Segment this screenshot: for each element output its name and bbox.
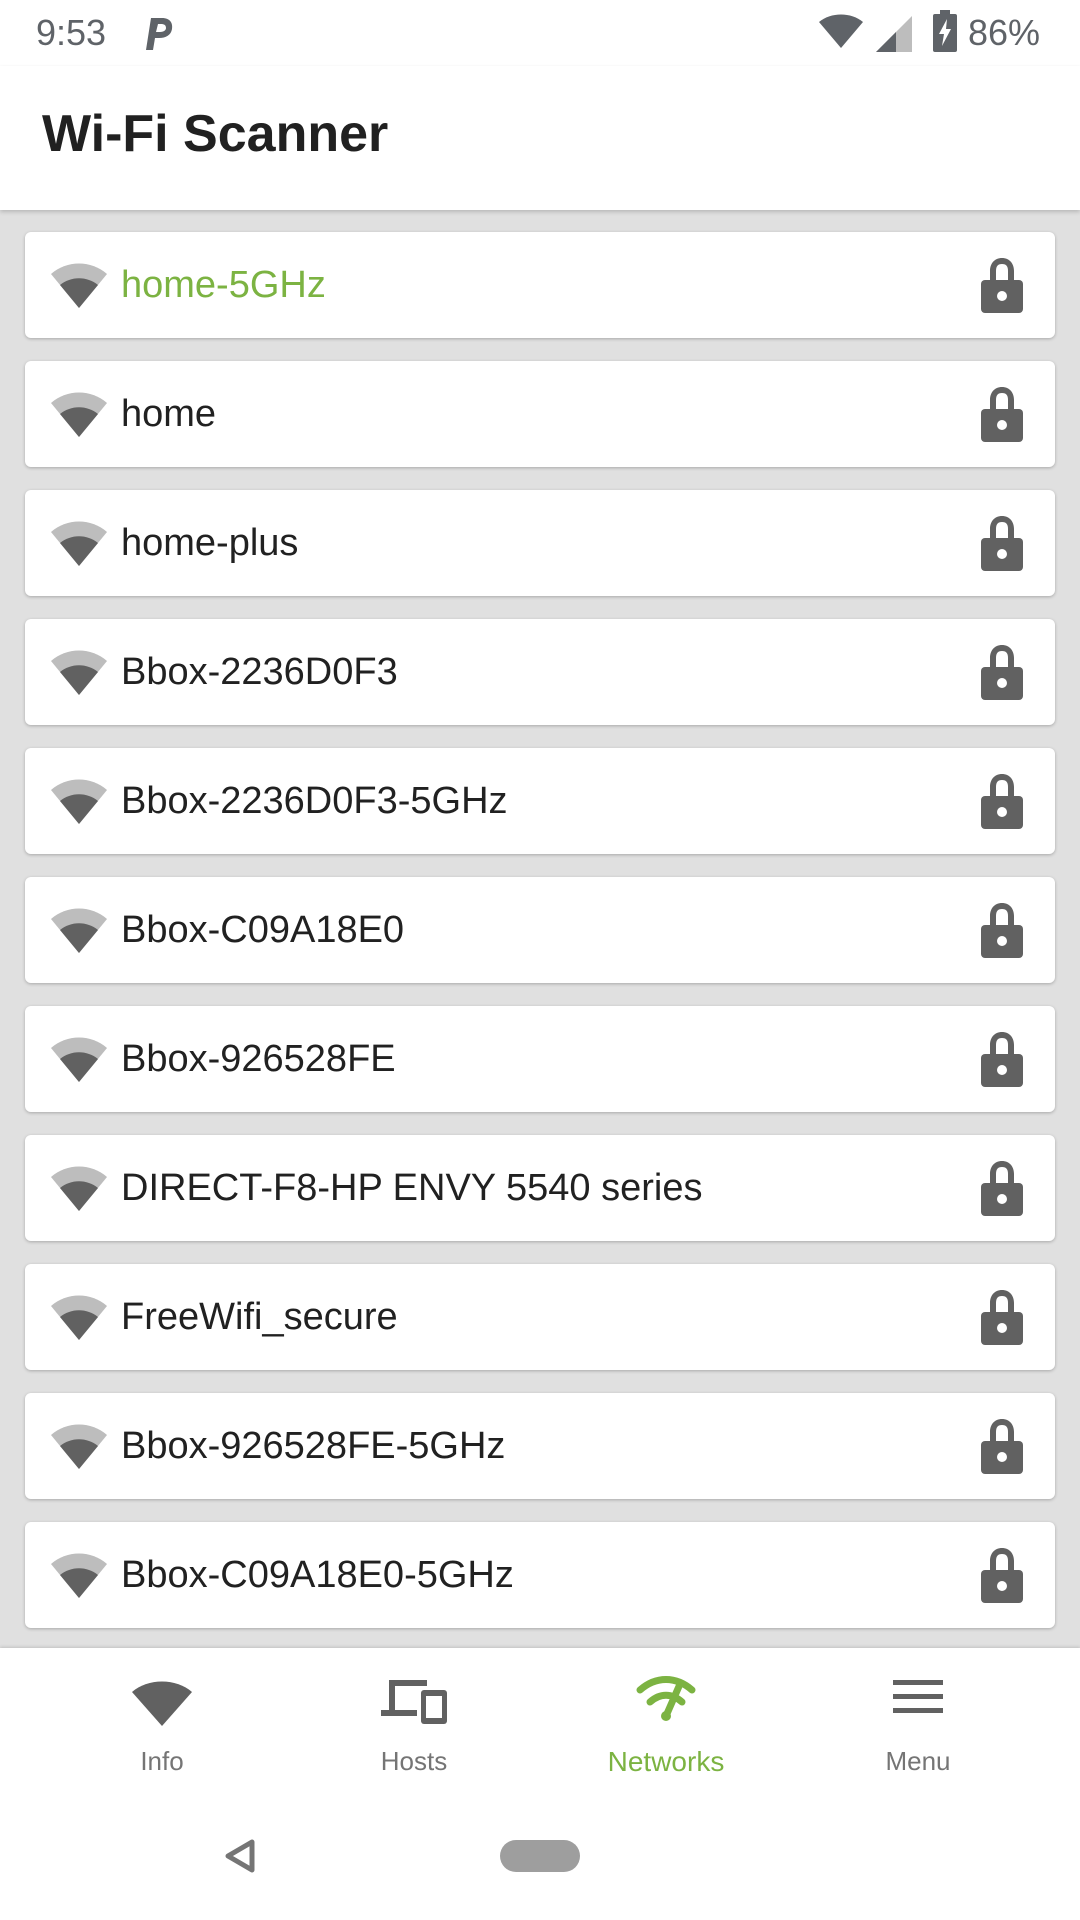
cell-signal-icon: [876, 16, 912, 52]
menu-icon: [893, 1680, 943, 1713]
network-name: home: [121, 393, 217, 435]
network-item[interactable]: Bbox-926528FE: [25, 1006, 1055, 1112]
network-name: home-5GHz: [121, 264, 326, 306]
network-item[interactable]: Bbox-926528FE-5GHz: [25, 1393, 1055, 1499]
network-item[interactable]: Bbox-C09A18E0: [25, 877, 1055, 983]
wifi-signal-icon: [51, 521, 107, 566]
bottom-nav: Info Hosts Networks Menu: [0, 1648, 1080, 1798]
nav-label-hosts: Hosts: [380, 1746, 448, 1776]
network-item[interactable]: DIRECT-F8-HP ENVY 5540 series: [25, 1135, 1055, 1241]
network-name: Bbox-C09A18E0-5GHz: [121, 1554, 514, 1596]
wifi-icon: [132, 1681, 192, 1726]
network-name: Bbox-926528FE: [121, 1038, 396, 1080]
network-item[interactable]: FreeWifi_secure: [25, 1264, 1055, 1370]
network-name: home-plus: [121, 522, 299, 564]
nav-item-menu[interactable]: Menu: [783, 1648, 1053, 1798]
system-nav-bar: [0, 1798, 1080, 1920]
nav-item-hosts[interactable]: Hosts: [279, 1648, 549, 1798]
network-name: Bbox-2236D0F3-5GHz: [121, 780, 508, 822]
nav-label-menu: Menu: [885, 1746, 951, 1776]
network-name: Bbox-C09A18E0: [121, 909, 405, 951]
back-icon[interactable]: [224, 1838, 256, 1874]
network-item[interactable]: Bbox-2236D0F3: [25, 619, 1055, 725]
lock-icon: [981, 1032, 1023, 1087]
nav-label-info: Info: [140, 1746, 184, 1776]
network-name: Bbox-2236D0F3: [121, 651, 398, 693]
devices-icon: [381, 1680, 447, 1724]
lock-icon: [981, 516, 1023, 571]
wifi-signal-icon: [51, 1037, 107, 1082]
lock-icon: [981, 1161, 1023, 1216]
network-name: Bbox-926528FE-5GHz: [121, 1425, 506, 1467]
parking-p-icon: [146, 18, 173, 50]
wifi-signal-icon: [51, 1424, 107, 1469]
home-pill-button[interactable]: [500, 1840, 580, 1872]
lock-icon: [981, 903, 1023, 958]
nav-item-networks[interactable]: Networks: [531, 1648, 801, 1798]
network-list[interactable]: home-5GHz home home-plus Bbox-2236D0F3 B…: [0, 210, 1080, 1648]
wifi-icon: [819, 14, 863, 48]
network-item[interactable]: home-plus: [25, 490, 1055, 596]
lock-icon: [981, 774, 1023, 829]
lock-icon: [981, 1419, 1023, 1474]
lock-icon: [981, 645, 1023, 700]
wifi-signal-icon: [51, 392, 107, 437]
network-item[interactable]: home: [25, 361, 1055, 467]
wifi-signal-icon: [51, 908, 107, 953]
lock-icon: [981, 1548, 1023, 1603]
status-time: 9:53: [36, 12, 107, 53]
wifi-signal-icon: [51, 263, 107, 308]
network-item[interactable]: home-5GHz: [25, 232, 1055, 338]
network-item[interactable]: Bbox-2236D0F3-5GHz: [25, 748, 1055, 854]
lock-icon: [981, 1290, 1023, 1345]
network-name: DIRECT-F8-HP ENVY 5540 series: [121, 1167, 703, 1209]
wifi-signal-icon: [51, 1553, 107, 1598]
nav-label-networks: Networks: [607, 1746, 725, 1777]
wifi-signal-icon: [51, 779, 107, 824]
network-item[interactable]: Bbox-C09A18E0-5GHz: [25, 1522, 1055, 1628]
wifi-signal-icon: [51, 650, 107, 695]
lock-icon: [981, 387, 1023, 442]
battery-percent: 86%: [968, 12, 1041, 53]
network-scan-icon: [636, 1676, 696, 1721]
wifi-signal-icon: [51, 1166, 107, 1211]
page-title: Wi-Fi Scanner: [42, 105, 389, 163]
battery-charging-icon: [933, 10, 957, 52]
nav-item-info[interactable]: Info: [27, 1648, 297, 1798]
wifi-signal-icon: [51, 1295, 107, 1340]
network-name: FreeWifi_secure: [121, 1296, 398, 1338]
app-bar: Wi-Fi Scanner: [0, 66, 1080, 210]
status-bar: 9:53 86%: [0, 0, 1080, 66]
lock-icon: [981, 258, 1023, 313]
